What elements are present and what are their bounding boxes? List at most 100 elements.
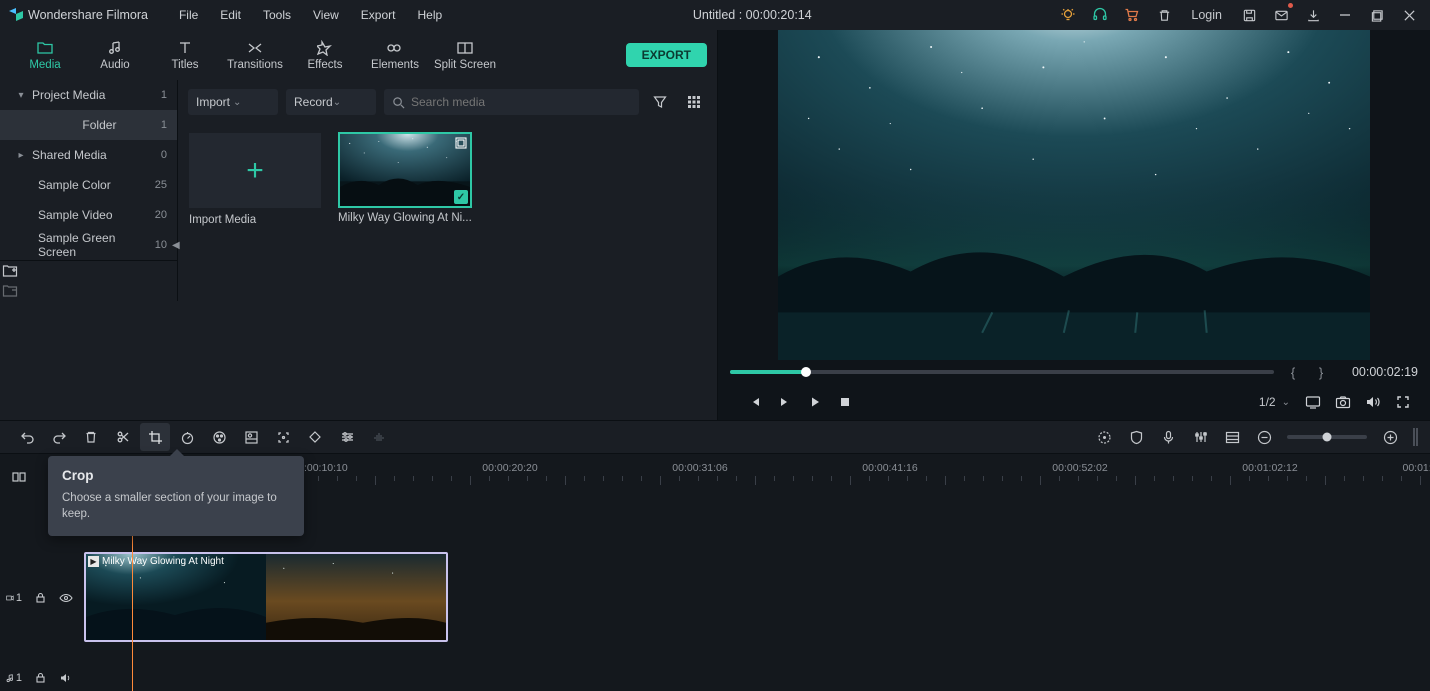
tab-splitscreen[interactable]: Split Screen bbox=[430, 36, 500, 75]
visibility-track-icon[interactable] bbox=[58, 590, 74, 606]
keyframe-button[interactable] bbox=[300, 423, 330, 451]
tab-titles-label: Titles bbox=[171, 59, 198, 71]
sidebar-sample-color[interactable]: Sample Color25 bbox=[0, 170, 177, 200]
motion-tracking-button[interactable] bbox=[268, 423, 298, 451]
import-media-box[interactable]: + Import Media bbox=[188, 132, 322, 227]
sidebar-sample-green-label: Sample Green Screen bbox=[34, 231, 155, 259]
stop-button[interactable] bbox=[830, 387, 860, 417]
preview-quality-dropdown[interactable]: 1/2⌄ bbox=[1251, 395, 1298, 409]
delete-button[interactable] bbox=[76, 423, 106, 451]
tab-splitscreen-label: Split Screen bbox=[434, 59, 496, 71]
voiceover-icon[interactable] bbox=[1153, 423, 1183, 451]
marker-shield-icon[interactable] bbox=[1121, 423, 1151, 451]
fullscreen-icon[interactable] bbox=[1388, 387, 1418, 417]
search-media-input[interactable] bbox=[411, 95, 631, 109]
menu-export[interactable]: Export bbox=[352, 8, 405, 22]
tab-effects[interactable]: Effects bbox=[290, 36, 360, 75]
video-track-icon[interactable]: 1 bbox=[6, 590, 22, 606]
lock-track-icon[interactable] bbox=[32, 590, 48, 606]
tooltip-title: Crop bbox=[62, 468, 290, 483]
sidebar-sample-green[interactable]: Sample Green Screen10 bbox=[0, 230, 177, 260]
delete-folder-icon[interactable] bbox=[0, 281, 20, 301]
mark-in-button[interactable]: { bbox=[1284, 363, 1302, 381]
ruler-label: 00:01:02:12 bbox=[1242, 462, 1297, 474]
menu-help[interactable]: Help bbox=[408, 8, 451, 22]
preview-viewport[interactable] bbox=[778, 30, 1370, 360]
login-button[interactable]: Login bbox=[1181, 8, 1232, 22]
preview-panel: { } 00:00:02:19 1/2⌄ bbox=[718, 30, 1430, 420]
minimize-icon[interactable] bbox=[1330, 0, 1360, 30]
tab-effects-label: Effects bbox=[308, 59, 343, 71]
grid-view-icon[interactable] bbox=[681, 89, 707, 115]
zoom-in-button[interactable] bbox=[1375, 423, 1405, 451]
audio-sync-button[interactable] bbox=[364, 423, 394, 451]
ruler-label: 00:00:20:20 bbox=[482, 462, 537, 474]
mark-out-button[interactable]: } bbox=[1312, 363, 1330, 381]
render-button[interactable] bbox=[1089, 423, 1119, 451]
audio-track-header: 1 bbox=[6, 670, 74, 686]
maximize-icon[interactable] bbox=[1362, 0, 1392, 30]
volume-icon[interactable] bbox=[1358, 387, 1388, 417]
adjust-button[interactable] bbox=[332, 423, 362, 451]
filter-icon[interactable] bbox=[647, 89, 673, 115]
export-button[interactable]: EXPORT bbox=[626, 43, 707, 67]
split-button[interactable] bbox=[108, 423, 138, 451]
record-dropdown[interactable]: Record⌄ bbox=[286, 89, 376, 115]
crop-button[interactable] bbox=[140, 423, 170, 451]
media-clip[interactable]: ✓ Milky Way Glowing At Ni... bbox=[338, 132, 472, 227]
menu-file[interactable]: File bbox=[170, 8, 207, 22]
play-button[interactable] bbox=[800, 387, 830, 417]
sidebar-sample-video[interactable]: Sample Video20 bbox=[0, 200, 177, 230]
collapse-sidebar-icon[interactable]: ◀ bbox=[172, 240, 180, 251]
search-media-field[interactable] bbox=[384, 89, 639, 115]
close-icon[interactable] bbox=[1394, 0, 1424, 30]
title-bar: Wondershare Filmora File Edit Tools View… bbox=[0, 0, 1430, 30]
headset-icon[interactable] bbox=[1085, 0, 1115, 30]
cart-icon[interactable] bbox=[1117, 0, 1147, 30]
import-dropdown[interactable]: Import⌄ bbox=[188, 89, 278, 115]
preview-seekbar[interactable] bbox=[730, 370, 1274, 374]
sidebar-project-media[interactable]: ▾Project Media1 bbox=[0, 80, 177, 110]
lightbulb-icon[interactable] bbox=[1053, 0, 1083, 30]
menu-edit[interactable]: Edit bbox=[211, 8, 250, 22]
undo-button[interactable] bbox=[12, 423, 42, 451]
message-icon[interactable] bbox=[1266, 0, 1296, 30]
save-icon[interactable] bbox=[1234, 0, 1264, 30]
check-icon: ✓ bbox=[454, 190, 468, 204]
trash-icon[interactable] bbox=[1149, 0, 1179, 30]
lock-audio-track-icon[interactable] bbox=[32, 670, 48, 686]
sidebar-shared-media[interactable]: ▸Shared Media0 bbox=[0, 140, 177, 170]
timeline-clip[interactable]: ▶Milky Way Glowing At Night bbox=[84, 552, 448, 642]
display-settings-icon[interactable] bbox=[1298, 387, 1328, 417]
app-name: Wondershare Filmora bbox=[28, 8, 148, 22]
download-icon[interactable] bbox=[1298, 0, 1328, 30]
menu-tools[interactable]: Tools bbox=[254, 8, 300, 22]
color-button[interactable] bbox=[204, 423, 234, 451]
menu-view[interactable]: View bbox=[304, 8, 348, 22]
new-folder-icon[interactable] bbox=[0, 261, 20, 281]
zoom-out-button[interactable] bbox=[1249, 423, 1279, 451]
tab-elements[interactable]: Elements bbox=[360, 36, 430, 75]
sidebar-folder[interactable]: Folder1 bbox=[0, 110, 177, 140]
clip-thumbnail-image bbox=[340, 134, 470, 206]
tab-audio[interactable]: Audio bbox=[80, 36, 150, 75]
timeline-match-icon[interactable] bbox=[8, 466, 30, 488]
preview-time: 00:00:02:19 bbox=[1340, 365, 1418, 379]
audio-track-icon[interactable]: 1 bbox=[6, 670, 22, 686]
audio-mixer-icon[interactable] bbox=[1185, 423, 1215, 451]
zoom-fit-icon[interactable] bbox=[1413, 428, 1418, 446]
tab-media-label: Media bbox=[29, 59, 60, 71]
prev-frame-button[interactable] bbox=[740, 387, 770, 417]
redo-button[interactable] bbox=[44, 423, 74, 451]
tab-transitions[interactable]: Transitions bbox=[220, 36, 290, 75]
speed-button[interactable] bbox=[172, 423, 202, 451]
zoom-slider[interactable] bbox=[1287, 435, 1367, 439]
track-manager-icon[interactable] bbox=[1217, 423, 1247, 451]
tab-media[interactable]: Media bbox=[10, 36, 80, 75]
mute-audio-track-icon[interactable] bbox=[58, 670, 74, 686]
green-screen-button[interactable] bbox=[236, 423, 266, 451]
snapshot-icon[interactable] bbox=[1328, 387, 1358, 417]
tab-elements-label: Elements bbox=[371, 59, 419, 71]
tab-titles[interactable]: Titles bbox=[150, 36, 220, 75]
next-frame-button[interactable] bbox=[770, 387, 800, 417]
